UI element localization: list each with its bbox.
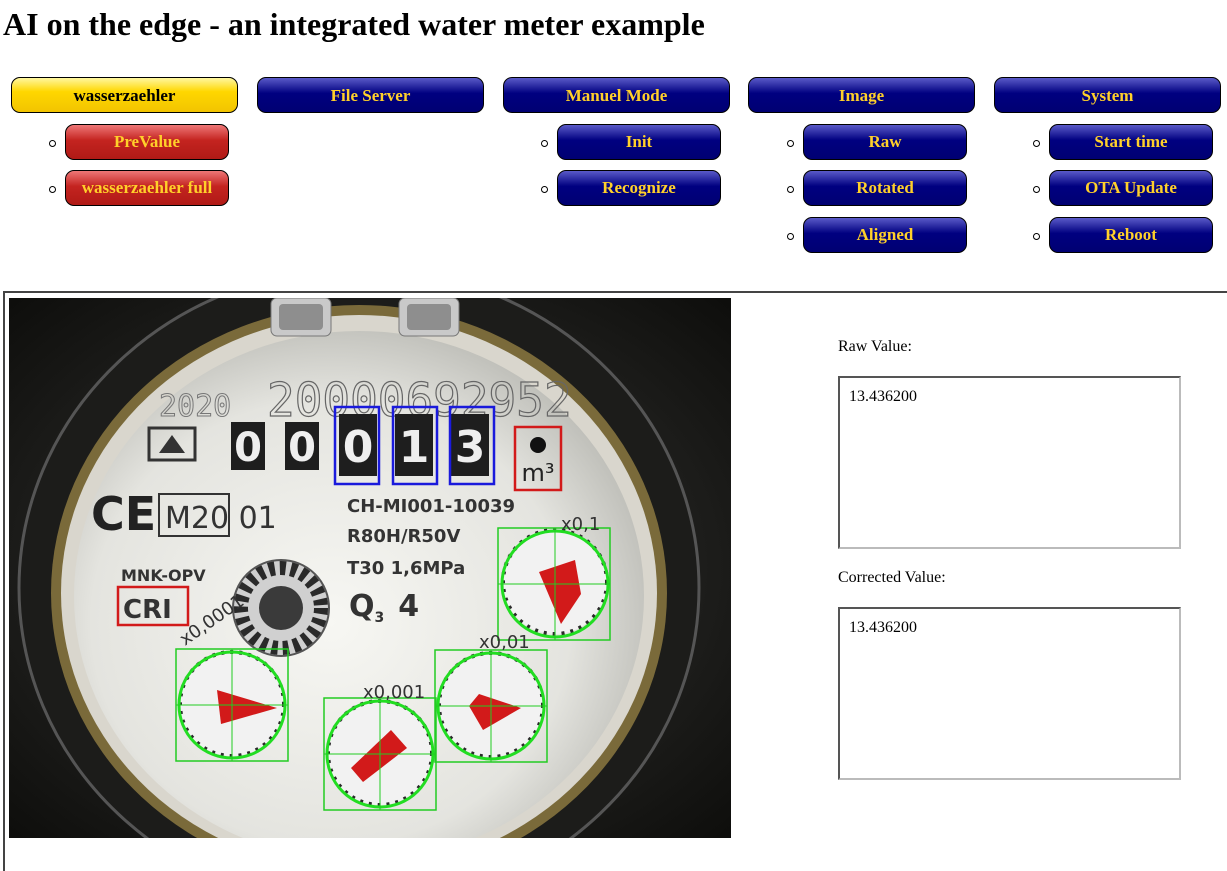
q-text: Q xyxy=(349,589,375,624)
nav-system-button[interactable]: System xyxy=(994,77,1221,113)
corrected-value-label: Corrected Value: xyxy=(838,569,946,586)
nav-manuel-mode-button[interactable]: Manuel Mode xyxy=(503,77,730,113)
meter-temp-text: T30 1,6MPa xyxy=(347,558,465,579)
meter-code-text: CH-MI001-10039 xyxy=(347,496,515,517)
menu-ota-update-button[interactable]: OTA Update xyxy=(1049,170,1213,206)
list-bullet xyxy=(1033,233,1040,240)
list-bullet xyxy=(541,140,548,147)
dial-2-label: x0,01 xyxy=(479,632,530,653)
menu-start-time-button[interactable]: Start time xyxy=(1049,124,1213,160)
list-bullet xyxy=(49,140,56,147)
raw-value-field[interactable]: 13.436200 xyxy=(838,376,1181,549)
menu-rotated-button[interactable]: Rotated xyxy=(803,170,967,206)
list-bullet xyxy=(1033,186,1040,193)
meter-year-text: 2020 xyxy=(159,389,231,424)
q-sub-text: 3 xyxy=(375,610,385,626)
corrected-value-field[interactable]: 13.436200 xyxy=(838,607,1181,780)
dial-3-label: x0,001 xyxy=(363,682,425,703)
water-meter-image: 2020 20000692952 0 0 0 1 3 m³ CE M20 01 … xyxy=(9,298,731,838)
raw-value-label: Raw Value: xyxy=(838,338,912,355)
digit-5: 3 xyxy=(455,422,486,473)
menu-raw-button[interactable]: Raw xyxy=(803,124,967,160)
menu-reboot-button[interactable]: Reboot xyxy=(1049,217,1213,253)
list-bullet xyxy=(787,233,794,240)
menu-recognize-button[interactable]: Recognize xyxy=(557,170,721,206)
list-bullet xyxy=(49,186,56,193)
list-bullet xyxy=(541,186,548,193)
digit-1: 0 xyxy=(234,425,262,471)
dial-1-label: x0,1 xyxy=(561,514,600,535)
list-bullet xyxy=(787,140,794,147)
menu-aligned-button[interactable]: Aligned xyxy=(803,217,967,253)
cri-text: CRI xyxy=(123,595,172,625)
q-value-text: 4 xyxy=(398,589,419,624)
nav-wasserzaehler-button[interactable]: wasserzaehler xyxy=(11,77,238,113)
digit-4: 1 xyxy=(399,422,430,473)
menu-prevalue-button[interactable]: PreValue xyxy=(65,124,229,160)
menu-init-button[interactable]: Init xyxy=(557,124,721,160)
meter-ratio-text: R80H/R50V xyxy=(347,526,460,547)
page-title: AI on the edge - an integrated water met… xyxy=(3,6,705,42)
ce-mark-text: CE xyxy=(91,487,156,541)
list-bullet xyxy=(1033,140,1040,147)
digit-2: 0 xyxy=(288,425,316,471)
list-bullet xyxy=(787,186,794,193)
nav-file-server-button[interactable]: File Server xyxy=(257,77,484,113)
unit-text: m³ xyxy=(522,459,555,487)
model-text: M20 01 xyxy=(165,501,277,536)
menu-wasserzaehler-full-button[interactable]: wasserzaehler full xyxy=(65,170,229,206)
meter-brand-text: MNK-OPV xyxy=(121,566,206,585)
nav-image-button[interactable]: Image xyxy=(748,77,975,113)
digit-3: 0 xyxy=(343,422,374,473)
